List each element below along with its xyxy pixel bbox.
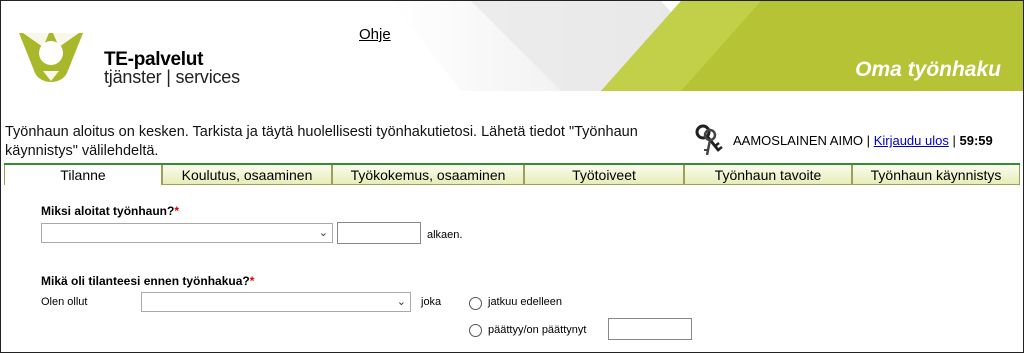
user-separator: | bbox=[866, 133, 871, 148]
reason-select[interactable]: ⌄ bbox=[41, 223, 333, 243]
user-bar: AAMOSLAINEN AIMO | Kirjaudu ulos | 59:59 bbox=[733, 133, 993, 148]
question-1-label: Miksi aloitat työnhaun?* bbox=[41, 204, 179, 218]
status-notice: Työnhaun aloitus on kesken. Tarkista ja … bbox=[5, 124, 638, 159]
question-2-label: Mikä oli tilanteesi ennen työnhakua?* bbox=[41, 274, 254, 288]
app-title: Oma työnhaku bbox=[855, 58, 1001, 81]
logout-link[interactable]: Kirjaudu ulos bbox=[874, 133, 949, 148]
help-link[interactable]: Ohje bbox=[359, 26, 391, 43]
required-mark-2: * bbox=[249, 274, 255, 288]
joka-label: joka bbox=[421, 296, 442, 308]
tab-tyotoiveet[interactable]: Työtoiveet bbox=[524, 165, 684, 185]
olen-ollut-label: Olen ollut bbox=[41, 296, 88, 308]
tab-tilanne[interactable]: Tilanne bbox=[4, 165, 162, 185]
user-separator-2: | bbox=[952, 133, 956, 148]
previous-situation-select[interactable]: ⌄ bbox=[141, 292, 411, 312]
header: TE-palvelut tjänster | services Ohje Oma… bbox=[1, 1, 1023, 91]
tab-bar: Tilanne Koulutus, osaaminen Työkokemus, … bbox=[4, 163, 1020, 186]
keys-icon bbox=[695, 124, 723, 156]
start-date-input[interactable] bbox=[337, 222, 421, 244]
tab-tyokokemus[interactable]: Työkokemus, osaaminen bbox=[332, 165, 524, 185]
session-timer: 59:59 bbox=[959, 133, 993, 148]
tab-koulutus[interactable]: Koulutus, osaaminen bbox=[162, 165, 332, 185]
tab-tyonhaun-kaynnistys[interactable]: Työnhaun käynnistys bbox=[852, 165, 1020, 185]
alkaen-label: alkaen. bbox=[427, 229, 463, 241]
radio-jatkuu-label: jatkuu edelleen bbox=[488, 296, 563, 308]
brand-tagline: tjänster | services bbox=[104, 67, 240, 87]
question-1-text: Miksi aloitat työnhaun? bbox=[41, 204, 175, 218]
form-area: Miksi aloitat työnhaun?* ⌄ alkaen. Mikä … bbox=[1, 186, 1023, 352]
radio-paattyy[interactable] bbox=[469, 324, 482, 337]
required-mark: * bbox=[174, 204, 180, 218]
radio-paattyy-label: päättyy/on päättynyt bbox=[488, 324, 587, 336]
chevron-down-icon: ⌄ bbox=[396, 296, 406, 308]
question-2-text: Mikä oli tilanteesi ennen työnhakua? bbox=[41, 274, 250, 288]
chevron-down-icon: ⌄ bbox=[318, 227, 328, 239]
page-frame: TE-palvelut tjänster | services Ohje Oma… bbox=[0, 0, 1024, 353]
radio-jatkuu-edelleen[interactable] bbox=[469, 297, 482, 310]
user-name: AAMOSLAINEN AIMO bbox=[733, 133, 864, 148]
te-palvelut-logo bbox=[19, 33, 83, 82]
tab-tyonhaun-tavoite[interactable]: Työnhaun tavoite bbox=[684, 165, 852, 185]
end-date-input[interactable] bbox=[608, 318, 692, 340]
